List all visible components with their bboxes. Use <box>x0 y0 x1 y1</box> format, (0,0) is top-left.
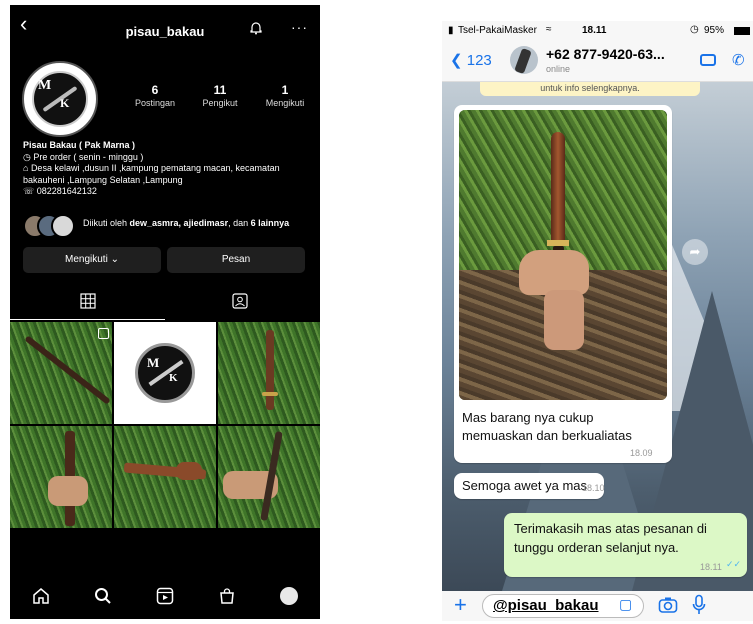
message-photo[interactable] <box>459 110 667 400</box>
message-time: 18.10 <box>582 483 605 493</box>
message-text: Semoga awet ya mas <box>462 478 588 493</box>
more-options-icon[interactable]: ··· <box>291 19 308 35</box>
encryption-banner[interactable]: untuk info selengkapnya. <box>480 82 700 96</box>
stat-posts-label: Postingan <box>134 98 176 108</box>
stat-following-label: Mengikuti <box>265 98 305 108</box>
bio-line-schedule: ◷ Pre order ( senin - minggu ) <box>23 152 313 164</box>
bio-line2: Desa kelawi ,dusun II ,kampung pematang … <box>23 163 280 185</box>
bio-line-phone: ☏ 082281642132 <box>23 186 313 198</box>
post-thumbnail[interactable] <box>218 426 320 528</box>
message-time: 18.11 <box>700 562 722 572</box>
message-bubble-incoming[interactable]: Mas barang nya cukup memuaskan dan berku… <box>454 105 672 463</box>
contact-avatar[interactable] <box>510 46 538 74</box>
following-button[interactable]: Mengikuti ⌄ <box>23 247 161 273</box>
post-thumbnail[interactable] <box>10 322 112 424</box>
post-thumbnail[interactable] <box>10 426 112 528</box>
message-bubble-incoming[interactable]: Semoga awet ya mas 18.10 <box>454 473 605 499</box>
stat-following-value: 1 <box>281 83 289 97</box>
reels-icon[interactable] <box>156 587 174 605</box>
followed-by[interactable]: Diikuti oleh dew_asmra, ajiedimasr, dan … <box>23 214 313 242</box>
whatsapp-chat-screenshot: ▮ Tsel-PakaiMasker ≈ 18.11 ◷ 95% ❮ 123 +… <box>442 21 753 621</box>
logo-letter-m: M <box>147 355 160 370</box>
logo-letter-k: K <box>169 372 178 384</box>
post-thumbnail[interactable] <box>218 322 320 424</box>
tagged-icon[interactable] <box>232 293 248 309</box>
phone-icon: ☏ <box>23 186 37 196</box>
house-icon: ⌂ <box>23 163 31 173</box>
profile-bio: Pisau Bakau ( Pak Marna ) ◷ Pre order ( … <box>23 140 313 198</box>
battery-icon <box>734 27 750 35</box>
post-thumbnail[interactable]: M K <box>114 322 216 424</box>
microphone-icon[interactable] <box>692 594 706 616</box>
chevron-down-icon: ⌄ <box>110 254 119 265</box>
profile-tabs <box>10 287 320 321</box>
post-thumbnail[interactable] <box>114 426 216 528</box>
signal-icon: ▮ <box>448 25 454 36</box>
message-input[interactable]: @pisau_bakau ▢ <box>482 594 644 618</box>
bio-line-address: ⌂ Desa kelawi ,dusun II ,kampung pematan… <box>23 163 313 186</box>
sticker-icon[interactable]: ▢ <box>619 596 632 613</box>
profile-avatar-icon[interactable] <box>280 587 298 605</box>
ig-username: pisau_bakau <box>125 24 205 39</box>
battery-percent: 95% <box>704 25 725 36</box>
video-call-icon[interactable] <box>700 54 716 66</box>
instagram-profile-screenshot: ‹ pisau_bakau ··· M K 6 Postingan 11 Pen… <box>10 5 320 619</box>
active-tab-indicator <box>10 319 165 320</box>
multiple-photos-icon <box>98 328 109 339</box>
message-input-value: @pisau_bakau <box>493 597 599 614</box>
stat-followers-label: Pengikut <box>202 98 238 108</box>
bio-name: Pisau Bakau ( Pak Marna ) <box>23 140 136 150</box>
message-text: Mas barang nya cukup memuaskan dan berku… <box>462 410 632 443</box>
stat-followers-value: 11 <box>213 83 227 97</box>
message-bubble-outgoing[interactable]: Terimakasih mas atas pesanan di tunggu o… <box>504 513 747 577</box>
profile-avatar[interactable]: M K <box>22 61 98 137</box>
chat-header: ❮ 123 +62 877-9420-63... online ✆ <box>442 41 753 82</box>
message-button[interactable]: Pesan <box>167 247 305 273</box>
contact-presence: online <box>546 64 571 74</box>
follower-avatar <box>51 214 75 238</box>
logo-letter-k: K <box>60 96 70 110</box>
search-icon[interactable] <box>94 587 112 605</box>
message-time: 18.09 <box>630 448 653 458</box>
bell-icon[interactable] <box>249 21 263 35</box>
grid-icon[interactable] <box>80 293 96 309</box>
message-composer: + @pisau_bakau ▢ <box>442 591 753 621</box>
phone-call-icon[interactable]: ✆ <box>732 51 745 69</box>
message-text: Terimakasih mas atas pesanan di tunggu o… <box>514 521 707 555</box>
clock-time: 18.11 <box>582 25 607 36</box>
hand <box>519 250 589 295</box>
alarm-icon: ◷ <box>690 24 699 35</box>
carrier-name: Tsel-PakaiMasker <box>458 25 537 36</box>
wifi-icon: ≈ <box>546 24 552 35</box>
posts-grid: M K <box>10 322 320 528</box>
contact-name[interactable]: +62 877-9420-63... <box>546 46 665 62</box>
shop-icon[interactable] <box>218 587 236 605</box>
home-icon[interactable] <box>32 587 50 605</box>
stat-posts-value: 6 <box>151 83 159 97</box>
forward-icon[interactable]: ➦ <box>682 239 708 265</box>
bio-line1: Pre order ( senin - minggu ) <box>33 151 144 162</box>
followed-by-text: Diikuti oleh dew_asmra, ajiedimasr, dan … <box>83 218 290 228</box>
bio-line3[interactable]: 082281642132 <box>37 186 97 196</box>
stat-posts[interactable]: 6 Postingan <box>120 83 190 108</box>
back-button[interactable]: ❮ 123 <box>450 51 492 69</box>
ig-bottom-nav <box>10 573 320 619</box>
camera-icon[interactable] <box>658 596 678 614</box>
status-bar: ▮ Tsel-PakaiMasker ≈ 18.11 ◷ 95% <box>442 21 753 41</box>
read-receipt-icon: ✓✓ <box>726 559 742 569</box>
attach-plus-icon[interactable]: + <box>454 592 467 618</box>
stat-followers[interactable]: 11 Pengikut <box>185 83 255 108</box>
stat-following[interactable]: 1 Mengikuti <box>250 83 320 108</box>
knife-blade <box>551 132 565 242</box>
clock-icon: ◷ <box>23 151 34 162</box>
ig-top-bar: ‹ pisau_bakau ··· <box>10 5 320 45</box>
wrist <box>544 290 584 350</box>
logo-letter-m: M <box>38 78 52 93</box>
